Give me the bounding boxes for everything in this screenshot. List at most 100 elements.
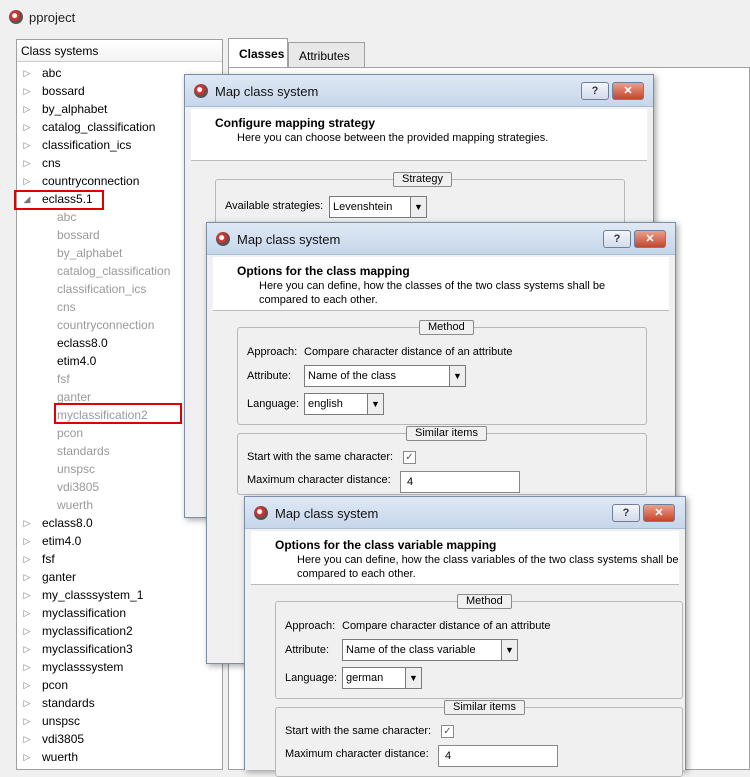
tree-item-label: ganter	[42, 570, 77, 584]
max-distance-input[interactable]: 4	[400, 471, 520, 493]
collapsed-arrow-icon[interactable]: ▷	[22, 640, 32, 658]
tree-item-label: catalog_classification	[57, 264, 171, 278]
collapsed-arrow-icon[interactable]: ▷	[22, 658, 32, 676]
tree-item-label: myclassification	[42, 606, 127, 620]
app-icon	[254, 506, 268, 520]
collapsed-arrow-icon[interactable]: ▷	[22, 532, 32, 550]
help-button[interactable]: ?	[603, 230, 631, 248]
tree-item-label: myclasssystem	[42, 660, 124, 674]
language-label: Language:	[285, 672, 337, 684]
dialog-titlebar[interactable]: Map class system ? ✕	[185, 75, 653, 107]
collapsed-arrow-icon[interactable]: ▷	[22, 676, 32, 694]
tree-item-label: wuerth	[42, 750, 79, 764]
tree-item-label: cns	[42, 156, 61, 170]
attribute-value: Name of the class	[308, 370, 397, 382]
tree-item-label: bossard	[57, 228, 100, 242]
tree-item-label: wuerth	[57, 498, 94, 512]
close-button[interactable]: ✕	[634, 230, 666, 248]
help-button[interactable]: ?	[612, 504, 640, 522]
attribute-select[interactable]: Name of the class ▼	[304, 365, 466, 387]
tree-item-label: eclass8.0	[57, 336, 108, 350]
collapsed-arrow-icon[interactable]: ▷	[22, 604, 32, 622]
dialog-title: Map class system	[215, 84, 319, 99]
collapsed-arrow-icon[interactable]: ▷	[22, 622, 32, 640]
max-distance-input[interactable]: 4	[438, 745, 558, 767]
tree-item-label: etim4.0	[42, 534, 82, 548]
method-group: Method Approach: Compare character dista…	[237, 320, 647, 425]
group-title: Strategy	[393, 172, 452, 187]
tree-item-label: eclass8.0	[42, 516, 93, 530]
collapsed-arrow-icon[interactable]: ▷	[22, 118, 32, 136]
group-title: Method	[419, 320, 474, 335]
tree-item-label: by_alphabet	[42, 102, 108, 116]
tree-item-label: standards	[42, 696, 95, 710]
collapsed-arrow-icon[interactable]: ▷	[22, 82, 32, 100]
tree-item-label: abc	[42, 66, 62, 80]
collapsed-arrow-icon[interactable]: ▷	[22, 514, 32, 532]
highlight-myclassification2	[54, 403, 182, 424]
tree-item-label: vdi3805	[42, 732, 85, 746]
attribute-label: Attribute:	[247, 370, 292, 382]
chevron-down-icon: ▼	[405, 668, 421, 688]
tree-item-label: myclassification2	[42, 624, 133, 638]
collapsed-arrow-icon[interactable]: ▷	[22, 568, 32, 586]
approach-label: Approach:	[247, 346, 298, 358]
help-button[interactable]: ?	[581, 82, 609, 100]
attribute-select[interactable]: Name of the class variable ▼	[342, 639, 518, 661]
attribute-value: Name of the class variable	[346, 644, 476, 656]
collapsed-arrow-icon[interactable]: ▷	[22, 712, 32, 730]
chevron-down-icon: ▼	[449, 366, 465, 386]
tab-attributes[interactable]: Attributes	[288, 42, 365, 67]
language-value: english	[308, 398, 343, 410]
tree-item-label: by_alphabet	[57, 246, 123, 260]
chevron-down-icon: ▼	[410, 197, 426, 217]
dialog-header: Options for the class variable mapping H…	[251, 531, 679, 585]
tab-classes[interactable]: Classes	[228, 38, 288, 68]
dialog-title: Map class system	[237, 232, 341, 247]
app-icon	[9, 10, 23, 24]
chevron-down-icon: ▼	[367, 394, 383, 414]
collapsed-arrow-icon[interactable]: ▷	[22, 64, 32, 82]
header-title: Options for the class variable mapping	[275, 538, 497, 552]
dialog-titlebar[interactable]: Map class system ? ✕	[245, 497, 685, 529]
collapsed-arrow-icon[interactable]: ▷	[22, 172, 32, 190]
dialog-titlebar[interactable]: Map class system ? ✕	[207, 223, 675, 255]
highlight-eclass51	[14, 190, 104, 210]
header-subtitle: Here you can define, how the classes of …	[259, 280, 606, 306]
collapsed-arrow-icon[interactable]: ▷	[22, 154, 32, 172]
collapsed-arrow-icon[interactable]: ▷	[22, 748, 32, 766]
attribute-label: Attribute:	[285, 644, 330, 656]
window-titlebar: pproject	[0, 0, 750, 34]
strategy-select[interactable]: Levenshtein ▼	[329, 196, 427, 218]
tree-item-label: unspsc	[57, 462, 96, 476]
language-select[interactable]: german ▼	[342, 667, 422, 689]
start-same-checkbox[interactable]: ✓	[403, 451, 416, 464]
strategy-value: Levenshtein	[333, 201, 393, 213]
collapsed-arrow-icon[interactable]: ▷	[22, 694, 32, 712]
tree-item-label: fsf	[42, 552, 55, 566]
collapsed-arrow-icon[interactable]: ▷	[22, 730, 32, 748]
collapsed-arrow-icon[interactable]: ▷	[22, 586, 32, 604]
dialog-header: Options for the class mapping Here you c…	[213, 257, 669, 311]
tab-strip: Classes Attributes	[228, 38, 750, 68]
collapsed-arrow-icon[interactable]: ▷	[22, 136, 32, 154]
tree-item-label: classification_ics	[42, 138, 132, 152]
app-icon	[194, 84, 208, 98]
window-title: pproject	[29, 10, 76, 25]
tree-item-label: bossard	[42, 84, 85, 98]
close-button[interactable]: ✕	[643, 504, 675, 522]
tree-item-label: pcon	[57, 426, 84, 440]
start-same-checkbox[interactable]: ✓	[441, 725, 454, 738]
approach-value: Compare character distance of an attribu…	[304, 346, 513, 358]
similar-items-group: Similar items Start with the same charac…	[275, 700, 683, 777]
approach-label: Approach:	[285, 620, 336, 632]
collapsed-arrow-icon[interactable]: ▷	[22, 550, 32, 568]
header-subtitle: Here you can define, how the class varia…	[297, 554, 679, 580]
close-button[interactable]: ✕	[612, 82, 644, 100]
language-select[interactable]: english ▼	[304, 393, 384, 415]
group-title: Similar items	[406, 426, 487, 441]
max-distance-label: Maximum character distance:	[247, 474, 391, 486]
header-title: Options for the class mapping	[237, 264, 410, 278]
collapsed-arrow-icon[interactable]: ▷	[22, 100, 32, 118]
language-label: Language:	[247, 398, 299, 410]
